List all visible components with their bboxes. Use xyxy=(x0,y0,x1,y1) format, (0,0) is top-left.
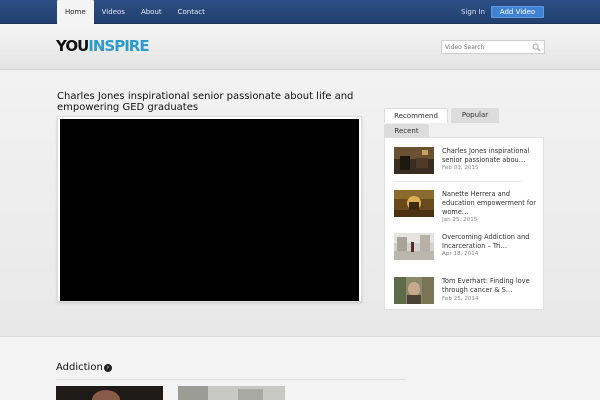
list-item[interactable]: Nanette Herrera and education empowermen… xyxy=(394,190,539,226)
main-nav: Home Videos About Contact xyxy=(57,0,213,24)
sign-in-link[interactable]: Sign In xyxy=(461,0,485,24)
list-item[interactable]: Charles Jones inspirational senior passi… xyxy=(394,147,539,183)
nav-contact[interactable]: Contact xyxy=(170,0,213,24)
list-item-date: Jan 25, 2015 xyxy=(442,217,478,223)
list-item-title[interactable]: Overcoming Addiction and Incarceration –… xyxy=(442,233,540,251)
list-item-title[interactable]: Tom Everhart: Finding love through cance… xyxy=(442,277,540,295)
video-player-screen[interactable] xyxy=(60,119,359,301)
logo-you: YOU xyxy=(56,37,89,55)
logo-inspire: INSPIRE xyxy=(88,37,149,55)
list-item-date: Feb 25, 2014 xyxy=(442,296,479,302)
site-logo[interactable]: YOUINSPIRE xyxy=(56,37,150,55)
nav-about[interactable]: About xyxy=(133,0,170,24)
category-section: Addiction › xyxy=(0,336,600,400)
list-item-date: Apr 18, 2014 xyxy=(442,251,479,257)
list-divider xyxy=(394,181,522,182)
list-item-title[interactable]: Charles Jones inspirational senior passi… xyxy=(442,147,540,165)
tab-popular[interactable]: Popular xyxy=(451,108,499,123)
video-search-box xyxy=(441,40,545,54)
video-thumbnail[interactable] xyxy=(394,190,434,217)
tab-recommend[interactable]: Recommend xyxy=(384,108,448,123)
search-icon[interactable] xyxy=(532,43,541,52)
nav-home[interactable]: Home xyxy=(57,0,94,24)
video-player[interactable] xyxy=(57,116,362,302)
arrow-right-icon[interactable]: › xyxy=(104,364,112,372)
search-input[interactable] xyxy=(445,42,529,52)
section-title[interactable]: Addiction xyxy=(56,362,103,374)
main-content: Charles Jones inspirational senior passi… xyxy=(0,71,600,336)
top-nav-bar: Home Videos About Contact Sign In Add Vi… xyxy=(0,0,600,24)
video-thumbnail[interactable] xyxy=(394,147,434,174)
video-card-thumbnail[interactable] xyxy=(178,386,285,400)
list-item-date: Feb 03, 2015 xyxy=(442,165,479,171)
video-list-panel: Charles Jones inspirational senior passi… xyxy=(384,137,544,310)
nav-videos[interactable]: Videos xyxy=(94,0,133,24)
video-title: Charles Jones inspirational senior passi… xyxy=(57,91,354,113)
site-header: YOUINSPIRE xyxy=(0,24,600,70)
video-card-thumbnail[interactable] xyxy=(56,386,163,400)
section-divider xyxy=(56,379,406,380)
add-video-button[interactable]: Add Video xyxy=(491,6,544,18)
list-item[interactable]: Tom Everhart: Finding love through cance… xyxy=(394,277,539,313)
video-thumbnail[interactable] xyxy=(394,277,434,304)
list-item-title[interactable]: Nanette Herrera and education empowermen… xyxy=(442,190,540,217)
video-thumbnail[interactable] xyxy=(394,233,434,260)
list-item[interactable]: Overcoming Addiction and Incarceration –… xyxy=(394,233,539,269)
